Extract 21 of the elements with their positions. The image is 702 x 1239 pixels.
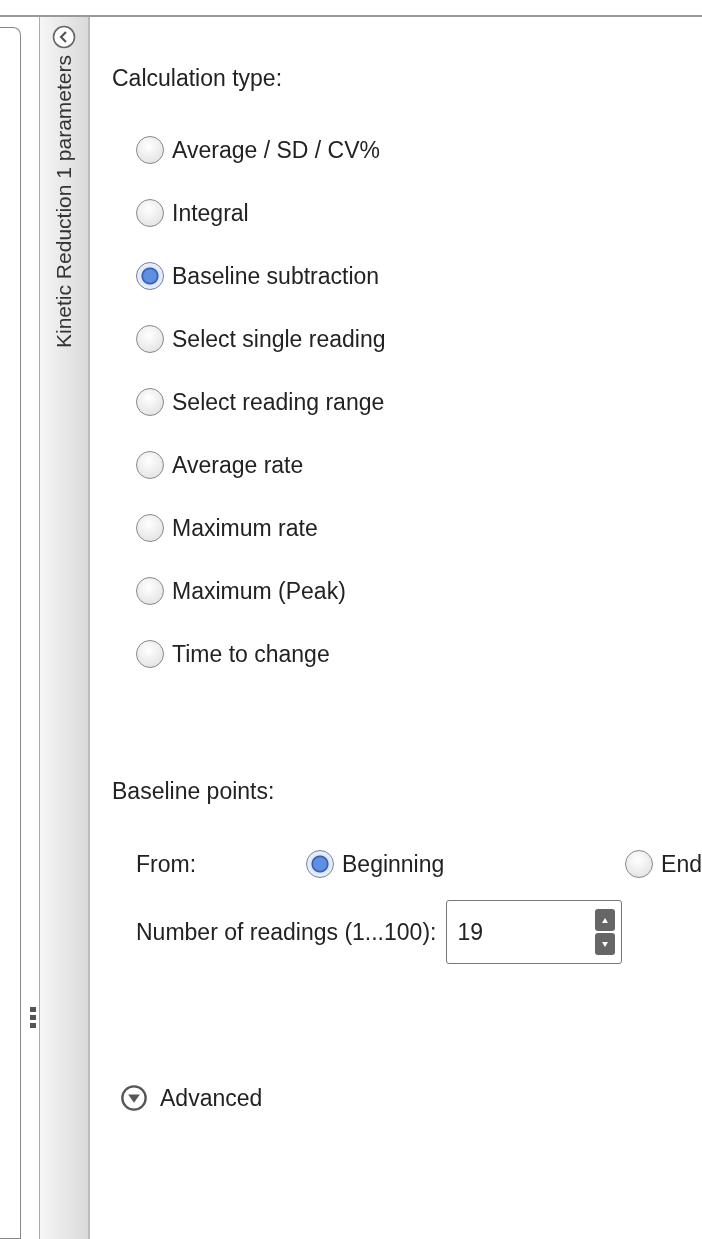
radio-option[interactable]: End	[625, 850, 702, 878]
radio-option[interactable]: Maximum rate	[136, 514, 318, 542]
number-spinner[interactable]: 19	[446, 900, 623, 964]
expand-icon	[120, 1084, 148, 1112]
radio-option[interactable]: Select single reading	[136, 325, 386, 353]
section-label: Baseline points:	[112, 778, 275, 805]
radio-option[interactable]: Maximum (Peak)	[136, 577, 346, 605]
sidebar-title: Kinetic Reduction 1 parameters	[52, 55, 76, 348]
radio-option[interactable]: Integral	[136, 199, 249, 227]
radio-option[interactable]: Time to change	[136, 640, 330, 668]
section-label: Calculation type:	[112, 65, 283, 92]
radio-option[interactable]: Average / SD / CV%	[136, 136, 380, 164]
radio-option[interactable]: Beginning	[306, 850, 445, 878]
radio-option[interactable]: Select reading range	[136, 388, 385, 416]
advanced-toggle[interactable]: Advanced	[120, 1084, 263, 1112]
grip-icon[interactable]	[30, 1007, 36, 1028]
radio-option[interactable]: Baseline subtraction	[136, 262, 380, 290]
radio-option[interactable]: Average rate	[136, 451, 304, 479]
from-label: From:	[136, 850, 198, 878]
collapse-icon[interactable]	[52, 25, 76, 49]
readings-label: Number of readings (1...100):	[136, 918, 437, 946]
